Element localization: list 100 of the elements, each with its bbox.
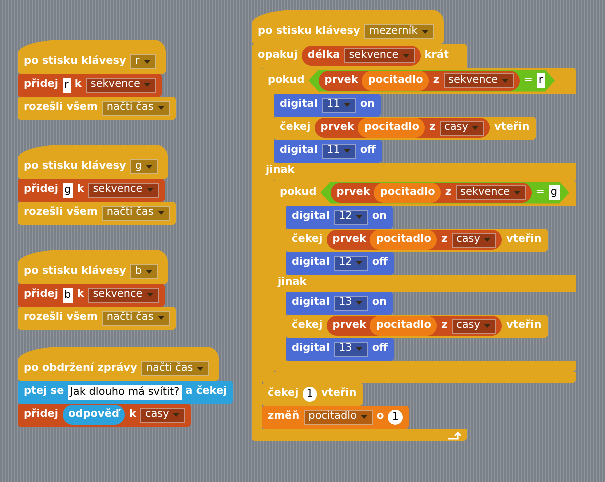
block-label: pocitadlo [380,184,436,200]
block-label: vteřin [506,232,542,248]
caret-icon [514,190,522,195]
dropdown[interactable]: sekvence [344,48,415,64]
block-label: = [536,184,545,200]
input-field[interactable]: r [62,78,71,93]
dropdown[interactable]: sekvence [86,78,156,93]
block-label: k [129,407,136,422]
block-label: čekej [280,120,311,136]
caret-icon [158,316,165,320]
block-label: rozešli všem [24,100,98,116]
block-label: krát [424,48,450,63]
command-block[interactable]: čekej prvek pocitadlo z casy vteřin [286,314,548,338]
dropdown[interactable]: sekvence [456,185,526,200]
block-label: vteřin [494,120,530,136]
dropdown[interactable]: b [130,264,158,280]
caret-icon [158,211,165,216]
hat-block[interactable]: po stisku klávesy b [18,250,168,284]
hat-block[interactable]: po obdržení zprávy načti čas [18,347,220,381]
caret-icon [361,415,368,420]
block-label: prvek [332,318,366,334]
input-field[interactable]: Jak dlouho má svítit? [68,384,182,400]
dropdown[interactable]: casy [140,408,186,423]
dropdown[interactable]: sekvence [88,182,159,198]
command-block[interactable]: digital 12 off [286,252,394,275]
input-field[interactable]: g [548,185,560,200]
block-label: přidej [24,407,59,422]
command-block[interactable]: digital 11 off [274,140,382,163]
number-field[interactable]: 1 [388,410,403,425]
dropdown[interactable]: r [130,54,156,70]
dropdown[interactable]: casy [452,318,496,334]
block-header[interactable]: pokud prvek pocitadlo z sekvence = r [262,68,576,94]
command-block[interactable]: čekej prvek pocitadlo z casy vteřin [274,116,536,140]
dropdown[interactable]: casy [440,120,484,136]
block-label: on [372,295,388,310]
dropdown[interactable]: 13 [334,296,368,311]
number-field[interactable]: 1 [302,386,318,402]
dropdown[interactable]: načti čas [102,310,170,326]
block-label: on [372,209,388,224]
block-label: k [77,182,84,198]
block-label: vteřin [321,386,357,402]
hat-block[interactable]: po stisku klávesy r [18,40,166,74]
command-block[interactable]: digital 12 on [286,206,394,229]
caret-icon [144,83,152,88]
block-label: čekej [292,232,323,248]
input-field[interactable]: r [536,73,546,88]
boolean-block[interactable]: prvek pocitadlo z sekvence = g [320,182,570,204]
dropdown[interactable]: 11 [322,98,356,113]
command-block[interactable]: digital 11 on [274,94,382,117]
caret-icon [146,270,154,274]
dropdown[interactable]: načti čas [102,206,170,221]
block-header[interactable]: pokud prvek pocitadlo z sekvence = g [274,180,576,206]
block-label: jinak [278,275,307,290]
hat-block[interactable]: po stisku klávesy g [18,145,168,179]
caret-icon [356,301,364,306]
dropdown[interactable]: g [130,159,158,174]
dropdown[interactable]: 12 [334,210,368,225]
dropdown[interactable]: pocitadlo [304,410,373,425]
command-block[interactable]: změň pocitadlo o 1 [262,406,409,429]
block-label: čekej [268,386,299,402]
reporter-block[interactable]: prvek pocitadlo z sekvence [318,70,520,91]
dropdown[interactable]: 12 [334,256,368,271]
dropdown[interactable]: casy [452,232,496,248]
block-label: pocitadlo [368,72,424,88]
caret-icon [484,238,492,242]
dropdown[interactable]: 13 [334,342,368,357]
command-block[interactable]: digital 13 on [286,292,394,315]
command-block[interactable]: přidej b k sekvence [18,284,165,307]
reporter-block[interactable]: prvek pocitadlo z casy [326,230,502,250]
command-block[interactable]: digital 13 off [286,338,394,361]
input-field[interactable]: g [62,182,74,198]
boolean-block[interactable]: prvek pocitadlo z sekvence = r [308,70,556,92]
block-label: off [360,143,376,158]
command-block[interactable]: rozešli všem načti čas [18,202,176,225]
dropdown[interactable]: mezerník [364,24,434,40]
reporter-block[interactable]: délka sekvence [302,46,421,66]
reporter-block[interactable]: prvek pocitadlo z casy [314,118,490,138]
block-label: pocitadlo [376,318,432,334]
caret-icon [146,293,154,298]
command-block[interactable]: přidej r k sekvence [18,74,162,97]
dropdown[interactable]: sekvence [444,73,514,88]
command-block[interactable]: rozešli všem načti čas [18,306,176,330]
dropdown[interactable]: načti čas [102,100,170,116]
dropdown[interactable]: sekvence [88,288,159,303]
input-field[interactable]: b [62,288,74,303]
dropdown[interactable]: 11 [322,144,356,159]
block-label: po obdržení zprávy [24,361,138,376]
command-block[interactable]: ptej se Jak dlouho má svítit? a čekej [18,380,234,404]
command-block[interactable]: rozešli všem načti čas [18,96,176,120]
command-block[interactable]: přidej g k sekvence [18,178,165,202]
block-label: rozešli všem [24,205,98,220]
command-block[interactable]: čekej prvek pocitadlo z casy vteřin [286,228,548,252]
block-label: k [74,77,82,92]
reporter-block[interactable]: prvek pocitadlo z sekvence [330,182,532,203]
hat-block[interactable]: po stisku klávesy mezerník [252,10,444,44]
block-header[interactable]: opakuj délka sekvence krát [252,44,467,68]
dropdown[interactable]: načti čas [141,361,210,376]
command-block[interactable]: čekej 1 vteřin [262,382,363,406]
reporter-block[interactable]: prvek pocitadlo z casy [326,316,502,336]
command-block[interactable]: přidej odpověď k casy [18,404,192,427]
